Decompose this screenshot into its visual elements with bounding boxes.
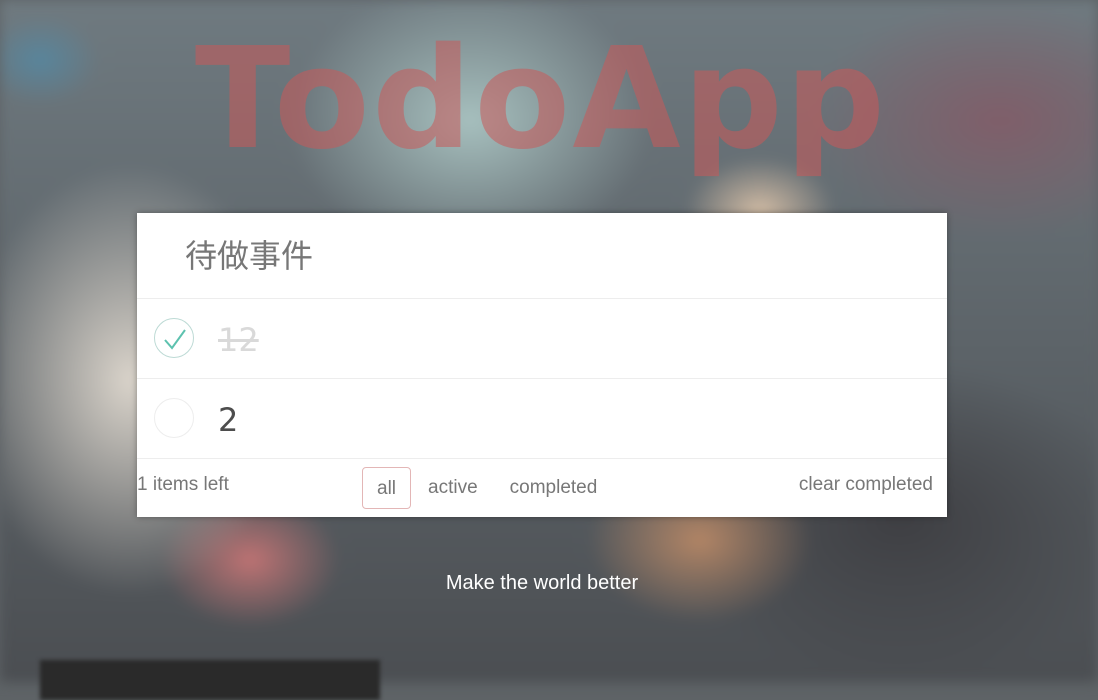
filter-group: all active completed	[362, 467, 614, 509]
checkmark-icon	[164, 329, 186, 350]
new-todo-input[interactable]	[185, 236, 885, 275]
new-todo-row	[137, 213, 947, 299]
todo-label: 2	[218, 401, 239, 439]
todo-footer: 1 items left all active completed clear …	[137, 459, 947, 516]
filter-all[interactable]: all	[362, 467, 412, 509]
todo-item[interactable]: 2	[137, 379, 947, 459]
todo-item[interactable]: 12	[137, 299, 947, 379]
app-logo: TodoApp	[194, 18, 888, 181]
todo-panel: 12 2 1 items left all active completed c…	[137, 213, 947, 517]
todo-label: 12	[218, 321, 259, 359]
todo-toggle-checkbox[interactable]	[154, 318, 194, 358]
clear-completed-button[interactable]: clear completed	[799, 474, 933, 496]
items-left-count: 1 items left	[137, 474, 229, 495]
filter-completed[interactable]: completed	[495, 467, 613, 507]
tagline: Make the world better	[445, 572, 639, 594]
background-table-edge	[40, 660, 380, 700]
filter-active[interactable]: active	[413, 467, 493, 507]
todo-toggle-checkbox[interactable]	[154, 398, 194, 438]
